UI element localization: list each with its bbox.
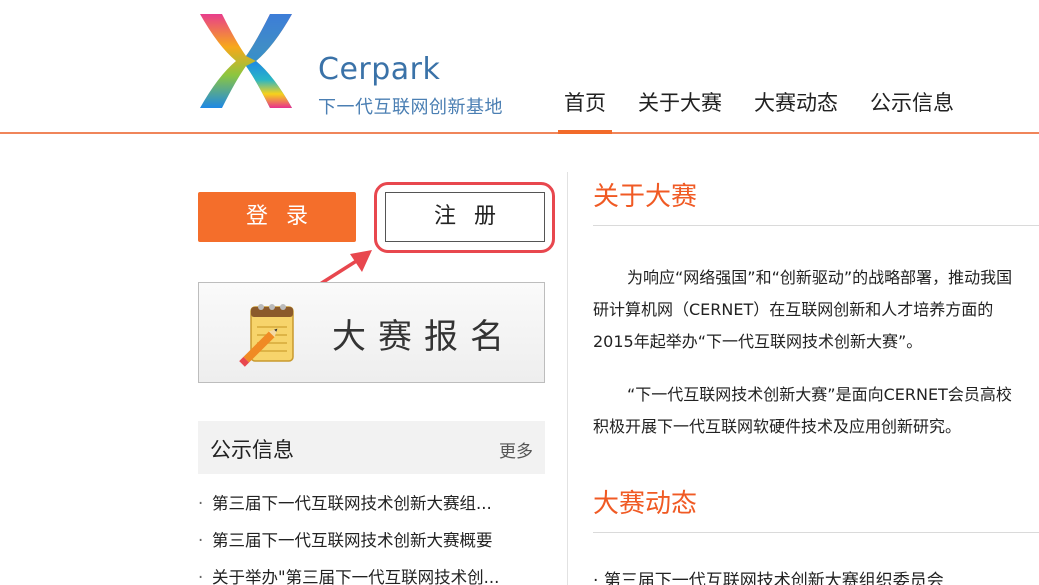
news-item[interactable]: · 第三届下一代互联网技术创新大赛组织委员会 [593,566,944,585]
notepad-pencil-icon [239,304,294,367]
notices-header: 公示信息 更多 [198,421,545,474]
nav-item-home[interactable]: 首页 [548,86,622,134]
nav-item-about[interactable]: 关于大赛 [622,86,738,134]
column-divider [567,172,568,585]
notice-item[interactable]: 第三届下一代互联网技术创新大赛概要 [198,525,545,562]
about-paragraph-1: 为响应“网络强国”和“创新驱动”的战略部署，推动我国 研计算机网（CERNET）… [593,262,1039,358]
brand-tagline: 下一代互联网创新基地 [318,97,503,118]
signup-banner-button[interactable]: 大赛报名 [198,282,545,383]
nav-item-news[interactable]: 大赛动态 [738,86,854,134]
notice-item[interactable]: 关于举办"第三届下一代互联网技术创... [198,562,545,585]
news-section-title[interactable]: 大赛动态 [593,483,697,520]
cerpark-logo-icon[interactable] [196,12,296,110]
about-paragraph-line: 2015年起举办“下一代互联网技术创新大赛”。 [593,332,923,351]
notices-more-link[interactable]: 更多 [499,437,533,462]
main-nav: 首页 关于大赛 大赛动态 公示信息 [548,86,970,134]
notice-item[interactable]: 第三届下一代互联网技术创新大赛组... [198,488,545,525]
about-paragraph-line: 积极开展下一代互联网软硬件技术及应用创新研究。 [593,417,962,436]
signup-label: 大赛报名 [332,317,516,357]
about-paragraph-2: “下一代互联网技术创新大赛”是面向CERNET会员高校 积极开展下一代互联网软硬… [593,379,1039,443]
nav-item-notices[interactable]: 公示信息 [854,86,970,134]
about-paragraph-line: “下一代互联网技术创新大赛”是面向CERNET会员高校 [627,385,1012,404]
login-button[interactable]: 登录 [198,192,356,242]
news-section-divider [593,532,1039,533]
site-header: Cerpark 下一代互联网创新基地 首页 关于大赛 大赛动态 公示信息 [0,0,1039,134]
notices-title: 公示信息 [210,438,294,462]
about-paragraph-line: 为响应“网络强国”和“创新驱动”的战略部署，推动我国 [627,268,1013,287]
news-item-label: 第三届下一代互联网技术创新大赛组织委员会 [603,571,944,585]
about-section-title[interactable]: 关于大赛 [593,176,697,213]
register-button[interactable]: 注册 [385,192,545,242]
about-section-divider [593,225,1039,226]
brand-name[interactable]: Cerpark [318,52,440,87]
about-paragraph-line: 研计算机网（CERNET）在互联网创新和人才培养方面的 [593,300,994,319]
notices-list: 第三届下一代互联网技术创新大赛组... 第三届下一代互联网技术创新大赛概要 关于… [198,488,545,585]
